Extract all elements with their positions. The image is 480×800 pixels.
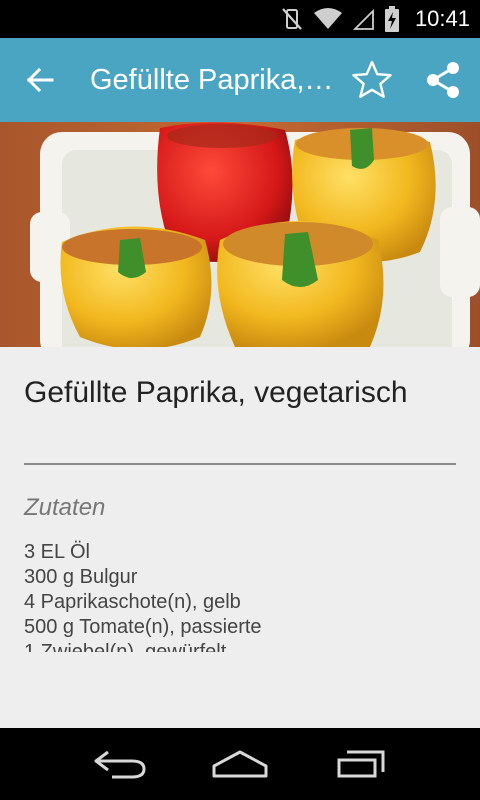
ingredient-item: 1 Zwiebel(n), gewürfelt	[24, 641, 227, 652]
recipe-photo	[0, 122, 480, 347]
arrow-left-icon	[26, 67, 54, 93]
ingredient-item: 300 g Bulgur	[24, 566, 138, 588]
recipe-title: Gefüllte Paprika, vegetarisch	[24, 376, 408, 409]
favorite-button[interactable]	[350, 58, 394, 102]
ingredient-item: 500 g Tomate(n), passierte	[24, 616, 262, 638]
vibrate-off-icon	[281, 7, 303, 31]
clock: 10:41	[414, 6, 470, 31]
back-button[interactable]	[18, 60, 62, 100]
share-icon	[427, 62, 459, 98]
ingredients-list: 3 EL Öl 300 g Bulgur 4 Paprikaschote(n),…	[24, 540, 456, 652]
divider	[24, 463, 456, 465]
action-bar: Gefüllte Paprika, vegetarisch	[0, 38, 480, 122]
ingredient-item: 3 EL Öl	[24, 541, 90, 563]
share-button[interactable]	[421, 58, 465, 102]
ingredients-heading: Zutaten	[24, 494, 106, 521]
star-outline-icon	[352, 60, 392, 98]
navigation-bar	[0, 728, 480, 800]
wifi-icon	[313, 7, 343, 31]
nav-home-button[interactable]	[195, 742, 285, 786]
ingredient-item: 4 Paprikaschote(n), gelb	[24, 591, 241, 613]
status-icons: 10:41	[281, 0, 470, 38]
battery-charging-icon	[384, 6, 399, 32]
action-bar-title: Gefüllte Paprika, vegetarisch	[90, 64, 335, 96]
back-nav-icon	[94, 750, 146, 779]
home-nav-icon	[212, 750, 268, 778]
status-bar: 10:41	[0, 0, 480, 38]
nav-recents-button[interactable]	[316, 742, 406, 786]
recents-nav-icon	[337, 750, 385, 778]
nav-back-button[interactable]	[75, 742, 165, 786]
recipe-content[interactable]: Gefüllte Paprika, vegetarisch Zutaten 3 …	[0, 122, 480, 728]
signal-icon	[352, 7, 375, 31]
